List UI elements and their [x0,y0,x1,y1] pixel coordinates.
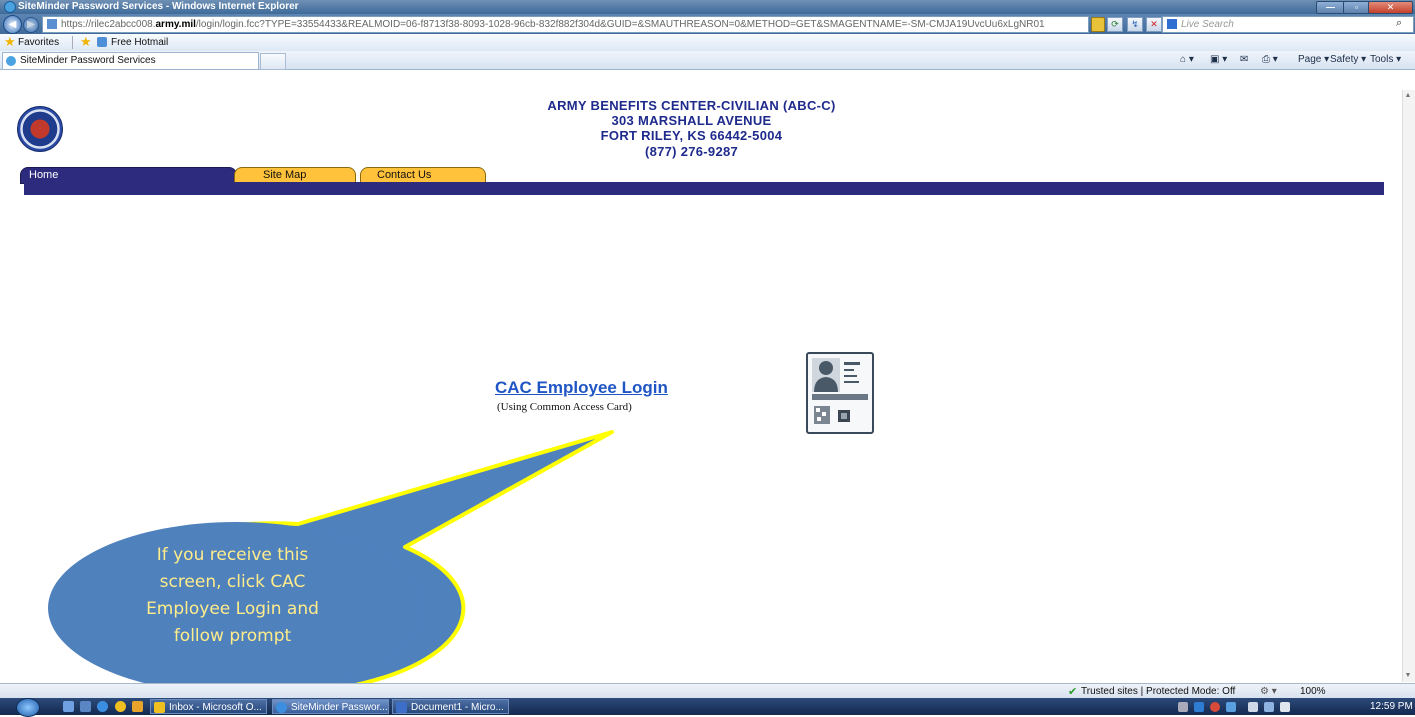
vertical-scrollbar[interactable] [1402,90,1415,682]
task-siteminder[interactable]: SiteMinder Passwor... [272,699,389,714]
security-zone[interactable]: Trusted sites | Protected Mode: Off [1081,686,1235,697]
scroll-down-icon[interactable]: ▼ [1402,670,1414,682]
tray-expand-icon[interactable] [1178,702,1188,712]
callout-line-1: If you receive this [156,545,309,565]
show-desktop-icon[interactable] [63,701,74,712]
checkmark-icon: ✔ [1068,686,1078,698]
protected-mode-icon[interactable]: ⚙ ▾ [1260,686,1277,697]
tray-security-icon[interactable] [1210,702,1220,712]
tray-app-icon[interactable] [1194,702,1204,712]
ie-icon [276,702,287,713]
zoom-level[interactable]: 100% [1300,686,1326,697]
task-label: Document1 - Micro... [411,702,504,713]
windows-taskbar: Inbox - Microsoft O... SiteMinder Passwo… [0,698,1415,717]
start-button[interactable] [16,698,40,717]
switch-windows-icon[interactable] [80,701,91,712]
task-outlook-inbox[interactable]: Inbox - Microsoft O... [150,699,267,714]
task-label: SiteMinder Passwor... [291,702,388,713]
callout-text: If you receive this screen, click CAC Em… [100,542,365,650]
tray-network-icon[interactable] [1226,702,1236,712]
outlook-icon[interactable] [115,701,126,712]
internet-explorer-icon[interactable] [97,701,108,712]
tray-display-icon[interactable] [1264,702,1274,712]
folder-icon[interactable] [132,701,143,712]
tray-wifi-icon[interactable] [1248,702,1258,712]
status-bar: ✔ Trusted sites | Protected Mode: Off ⚙ … [0,683,1415,699]
word-icon [396,702,407,713]
volume-icon[interactable] [1280,702,1290,712]
scroll-up-icon[interactable]: ▲ [1402,90,1414,102]
system-tray [1178,700,1328,713]
callout-line-3: Employee Login and [146,599,319,619]
task-word-document[interactable]: Document1 - Micro... [392,699,509,714]
callout-line-4: follow prompt [173,626,292,646]
callout-line-2: screen, click CAC [159,572,306,592]
task-label: Inbox - Microsoft O... [169,702,262,713]
outlook-icon [154,702,165,713]
taskbar-clock[interactable]: 12:59 PM [1370,701,1413,712]
